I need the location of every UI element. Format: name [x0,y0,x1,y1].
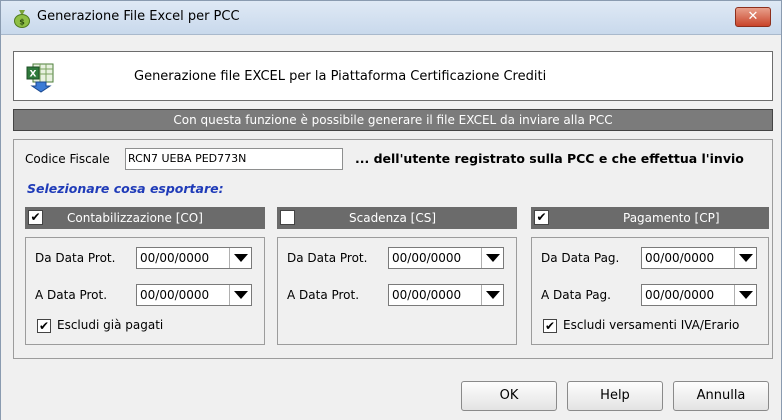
pagamento-title: Pagamento [CP] [623,211,720,225]
chevron-down-icon[interactable] [734,285,756,305]
pagamento-from-date[interactable]: 00/00/0000 [641,247,757,269]
contabilizzazione-from-value: 00/00/0000 [140,251,210,265]
contabilizzazione-from-date[interactable]: 00/00/0000 [136,247,252,269]
svg-text:$: $ [19,18,25,27]
pagamento-checkbox[interactable]: ✔ [534,210,549,225]
scadenza-from-value: 00/00/0000 [392,251,462,265]
group-header-scadenza[interactable]: Scadenza [CS] [277,207,517,229]
scadenza-to-date[interactable]: 00/00/0000 [388,284,504,306]
codice-fiscale-note: ... dell'utente registrato sulla PCC e c… [355,151,744,166]
scadenza-from-date[interactable]: 00/00/0000 [388,247,504,269]
select-export-label: Selezionare cosa esportare: [27,181,224,196]
codice-fiscale-label: Codice Fiscale [25,152,110,166]
header-title: Generazione file EXCEL per la Piattaform… [134,69,547,84]
svg-text:X: X [30,70,37,80]
header-panel: X Generazione file EXCEL per la Piattafo… [13,51,773,101]
escludi-pagati-label: Escludi già pagati [57,318,164,332]
scadenza-from-label: Da Data Prot. [287,251,368,265]
codice-fiscale-input[interactable]: RCN7 UEBA PED773N [125,148,343,170]
escludi-pagati-checkbox[interactable]: ✔ [37,319,51,333]
chevron-down-icon[interactable] [229,285,251,305]
group-header-pagamento[interactable]: ✔ Pagamento [CP] [531,207,769,229]
scadenza-to-label: A Data Prot. [287,288,360,302]
info-banner: Con questa funzione è possibile generare… [13,109,773,131]
pagamento-to-date[interactable]: 00/00/0000 [641,284,757,306]
chevron-down-icon[interactable] [481,248,503,268]
scadenza-to-value: 00/00/0000 [392,288,462,302]
contabilizzazione-to-date[interactable]: 00/00/0000 [136,284,252,306]
title-bar[interactable]: $ Generazione File Excel per PCC ✕ [1,1,781,35]
contabilizzazione-to-value: 00/00/0000 [140,288,210,302]
pagamento-to-label: A Data Pag. [541,288,611,302]
excel-export-icon: X [26,63,54,93]
button-bar [1,365,781,420]
cancel-button[interactable]: Annulla [673,381,769,411]
scadenza-title: Scadenza [CS] [349,211,436,225]
contabilizzazione-title: Contabilizzazione [CO] [67,211,203,225]
escludi-versamenti-checkbox[interactable]: ✔ [543,319,557,333]
window-title: Generazione File Excel per PCC [37,9,240,24]
escludi-versamenti-label: Escludi versamenti IVA/Erario [563,318,740,332]
chevron-down-icon[interactable] [734,248,756,268]
ok-button[interactable]: OK [461,381,557,411]
chevron-down-icon[interactable] [229,248,251,268]
contabilizzazione-to-label: A Data Prot. [35,288,108,302]
scadenza-checkbox[interactable] [280,210,295,225]
contabilizzazione-from-label: Da Data Prot. [35,251,116,265]
close-button[interactable]: ✕ [735,7,771,27]
pagamento-from-value: 00/00/0000 [645,251,715,265]
contabilizzazione-checkbox[interactable]: ✔ [28,210,43,225]
help-button[interactable]: Help [567,381,663,411]
pagamento-to-value: 00/00/0000 [645,288,715,302]
group-header-contabilizzazione[interactable]: ✔ Contabilizzazione [CO] [25,207,265,229]
dialog-window: $ Generazione File Excel per PCC ✕ X Gen… [0,0,782,420]
chevron-down-icon[interactable] [481,285,503,305]
pagamento-from-label: Da Data Pag. [541,251,620,265]
money-bag-icon: $ [14,10,30,28]
